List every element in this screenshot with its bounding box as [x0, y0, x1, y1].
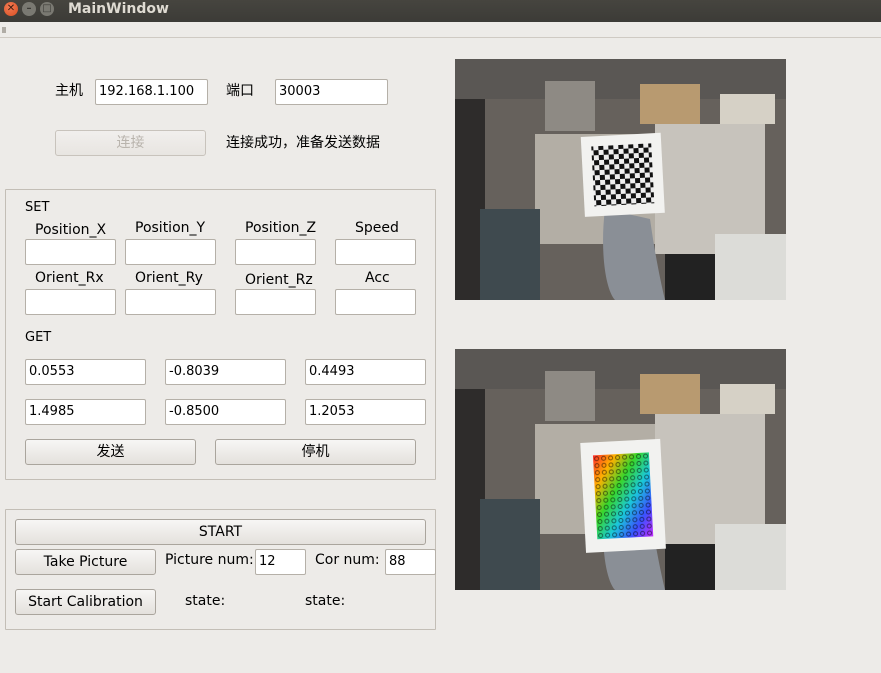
position-y-label: Position_Y: [135, 220, 206, 236]
start-calibration-button[interactable]: Start Calibration: [15, 589, 156, 615]
get-value-2[interactable]: -0.8039: [165, 359, 286, 385]
camera-corners-image: [455, 349, 786, 590]
acc-label: Acc: [365, 270, 390, 286]
cor-num-field[interactable]: 88: [385, 549, 436, 575]
position-z-label: Position_Z: [245, 220, 317, 236]
menu-grip-icon: [2, 27, 6, 33]
orient-rx-label: Orient_Rx: [35, 270, 104, 286]
position-y-input[interactable]: [125, 239, 216, 265]
port-input[interactable]: 30003: [275, 79, 388, 105]
connection-status-text: 连接成功，准备发送数据: [226, 135, 380, 151]
speed-input[interactable]: [335, 239, 416, 265]
camera-view-raw: [455, 59, 786, 300]
take-picture-button[interactable]: Take Picture: [15, 549, 156, 575]
cor-num-label: Cor num:: [315, 552, 380, 568]
title-bar: ✕ – □ MainWindow: [0, 0, 881, 22]
get-value-4[interactable]: 1.4985: [25, 399, 146, 425]
speed-label: Speed: [355, 220, 399, 236]
window-title: MainWindow: [68, 1, 169, 17]
get-heading: GET: [25, 330, 52, 345]
menu-bar: [0, 22, 881, 38]
orient-rz-input[interactable]: [235, 289, 316, 315]
orient-rx-input[interactable]: [25, 289, 116, 315]
close-window-button[interactable]: ✕: [4, 2, 18, 16]
stop-button[interactable]: 停机: [215, 439, 416, 465]
state-label-1: state:: [185, 593, 226, 609]
maximize-window-button[interactable]: □: [40, 2, 54, 16]
start-button[interactable]: START: [15, 519, 426, 545]
camera-view-corners: [455, 349, 786, 590]
acc-input[interactable]: [335, 289, 416, 315]
picture-num-field[interactable]: 12: [255, 549, 306, 575]
state-label-2: state:: [305, 593, 346, 609]
get-value-6[interactable]: 1.2053: [305, 399, 426, 425]
position-z-input[interactable]: [235, 239, 316, 265]
camera-raw-image: [455, 59, 786, 300]
position-x-input[interactable]: [25, 239, 116, 265]
picture-num-label: Picture num:: [165, 552, 254, 568]
host-label: 主机: [55, 83, 83, 99]
orient-rz-label: Orient_Rz: [245, 272, 313, 288]
minimize-window-button[interactable]: –: [22, 2, 36, 16]
send-button[interactable]: 发送: [25, 439, 196, 465]
position-x-label: Position_X: [35, 222, 107, 238]
get-value-5[interactable]: -0.8500: [165, 399, 286, 425]
get-value-3[interactable]: 0.4493: [305, 359, 426, 385]
orient-ry-label: Orient_Ry: [135, 270, 203, 286]
set-heading: SET: [25, 200, 50, 215]
connect-button[interactable]: 连接: [55, 130, 206, 156]
get-value-1[interactable]: 0.0553: [25, 359, 146, 385]
host-input[interactable]: 192.168.1.100: [95, 79, 208, 105]
port-label: 端口: [226, 83, 254, 99]
orient-ry-input[interactable]: [125, 289, 216, 315]
